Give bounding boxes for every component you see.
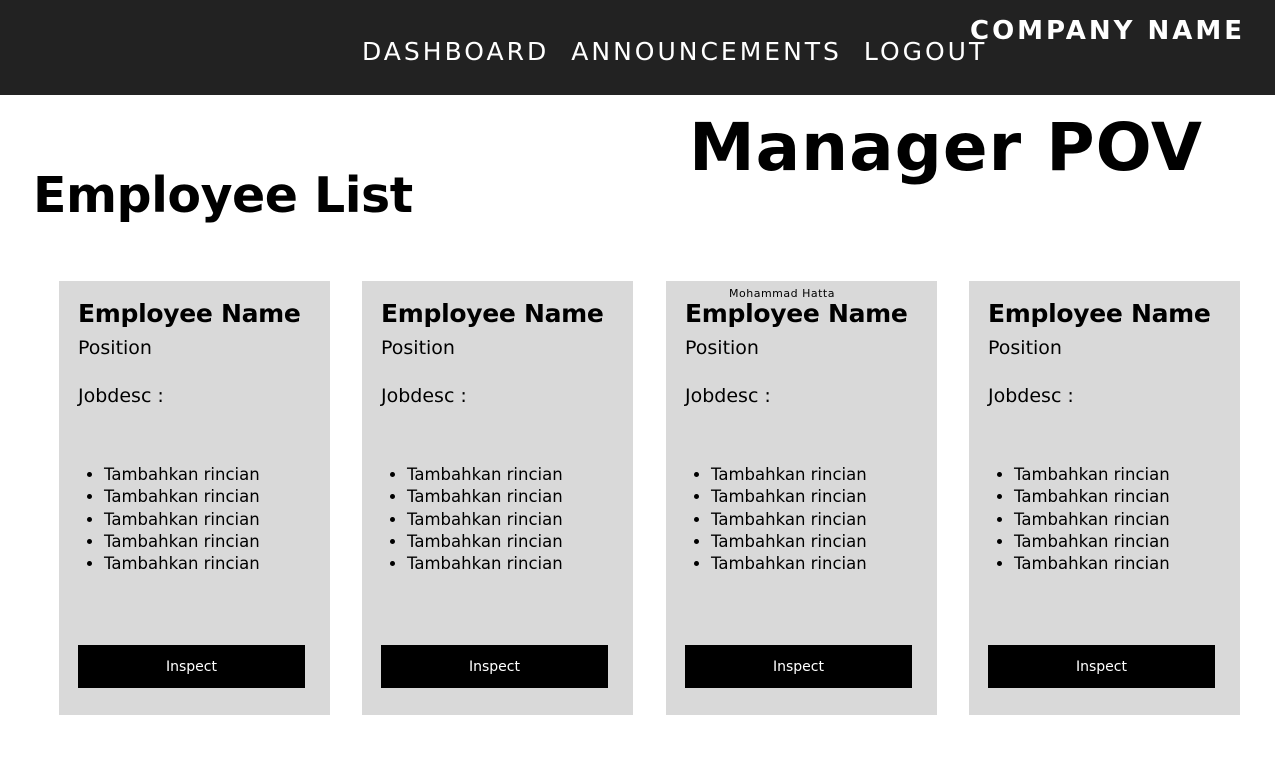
jobdesc-item: Tambahkan rincian <box>104 553 260 575</box>
jobdesc-item: Tambahkan rincian <box>104 531 260 553</box>
jobdesc-label: Jobdesc : <box>381 385 467 407</box>
employee-position: Position <box>988 337 1062 359</box>
company-name: COMPANY NAME <box>969 16 1245 46</box>
employee-position: Position <box>381 337 455 359</box>
employee-name: Employee Name <box>685 299 908 328</box>
jobdesc-label: Jobdesc : <box>78 385 164 407</box>
jobdesc-item: Tambahkan rincian <box>407 486 563 508</box>
jobdesc-list: Tambahkan rincian Tambahkan rincian Tamb… <box>711 464 867 575</box>
pov-title: Manager POV <box>688 109 1203 186</box>
jobdesc-item: Tambahkan rincian <box>1014 553 1170 575</box>
employee-card: Mohammad Hatta Employee Name Position Jo… <box>666 281 937 715</box>
jobdesc-item: Tambahkan rincian <box>711 531 867 553</box>
jobdesc-item: Tambahkan rincian <box>407 509 563 531</box>
inspect-button[interactable]: Inspect <box>988 645 1215 688</box>
employee-card: Employee Name Position Jobdesc : Tambahk… <box>59 281 330 715</box>
inspect-button[interactable]: Inspect <box>381 645 608 688</box>
jobdesc-list: Tambahkan rincian Tambahkan rincian Tamb… <box>1014 464 1170 575</box>
main-nav: DASHBOARD ANNOUNCEMENTS LOGOUT <box>362 36 987 68</box>
inspect-button[interactable]: Inspect <box>685 645 912 688</box>
jobdesc-item: Tambahkan rincian <box>1014 509 1170 531</box>
jobdesc-item: Tambahkan rincian <box>711 464 867 486</box>
employee-card: Employee Name Position Jobdesc : Tambahk… <box>969 281 1240 715</box>
nav-dashboard-link[interactable]: DASHBOARD <box>362 36 549 68</box>
jobdesc-item: Tambahkan rincian <box>1014 486 1170 508</box>
employee-name: Employee Name <box>78 299 301 328</box>
employee-name: Employee Name <box>381 299 604 328</box>
jobdesc-item: Tambahkan rincian <box>104 464 260 486</box>
nav-logout-link[interactable]: LOGOUT <box>864 36 987 68</box>
top-navbar: DASHBOARD ANNOUNCEMENTS LOGOUT COMPANY N… <box>0 0 1275 95</box>
nav-announcements-link[interactable]: ANNOUNCEMENTS <box>571 36 842 68</box>
jobdesc-item: Tambahkan rincian <box>407 464 563 486</box>
jobdesc-list: Tambahkan rincian Tambahkan rincian Tamb… <box>407 464 563 575</box>
jobdesc-label: Jobdesc : <box>685 385 771 407</box>
jobdesc-list: Tambahkan rincian Tambahkan rincian Tamb… <box>104 464 260 575</box>
jobdesc-item: Tambahkan rincian <box>711 486 867 508</box>
jobdesc-item: Tambahkan rincian <box>711 509 867 531</box>
jobdesc-item: Tambahkan rincian <box>104 486 260 508</box>
employee-position: Position <box>78 337 152 359</box>
jobdesc-item: Tambahkan rincian <box>1014 464 1170 486</box>
jobdesc-label: Jobdesc : <box>988 385 1074 407</box>
jobdesc-item: Tambahkan rincian <box>104 509 260 531</box>
jobdesc-item: Tambahkan rincian <box>407 553 563 575</box>
jobdesc-item: Tambahkan rincian <box>407 531 563 553</box>
jobdesc-item: Tambahkan rincian <box>1014 531 1170 553</box>
employee-card: Employee Name Position Jobdesc : Tambahk… <box>362 281 633 715</box>
inspect-button[interactable]: Inspect <box>78 645 305 688</box>
jobdesc-item: Tambahkan rincian <box>711 553 867 575</box>
employee-name: Employee Name <box>988 299 1211 328</box>
employee-position: Position <box>685 337 759 359</box>
employee-list-title: Employee List <box>33 167 413 224</box>
